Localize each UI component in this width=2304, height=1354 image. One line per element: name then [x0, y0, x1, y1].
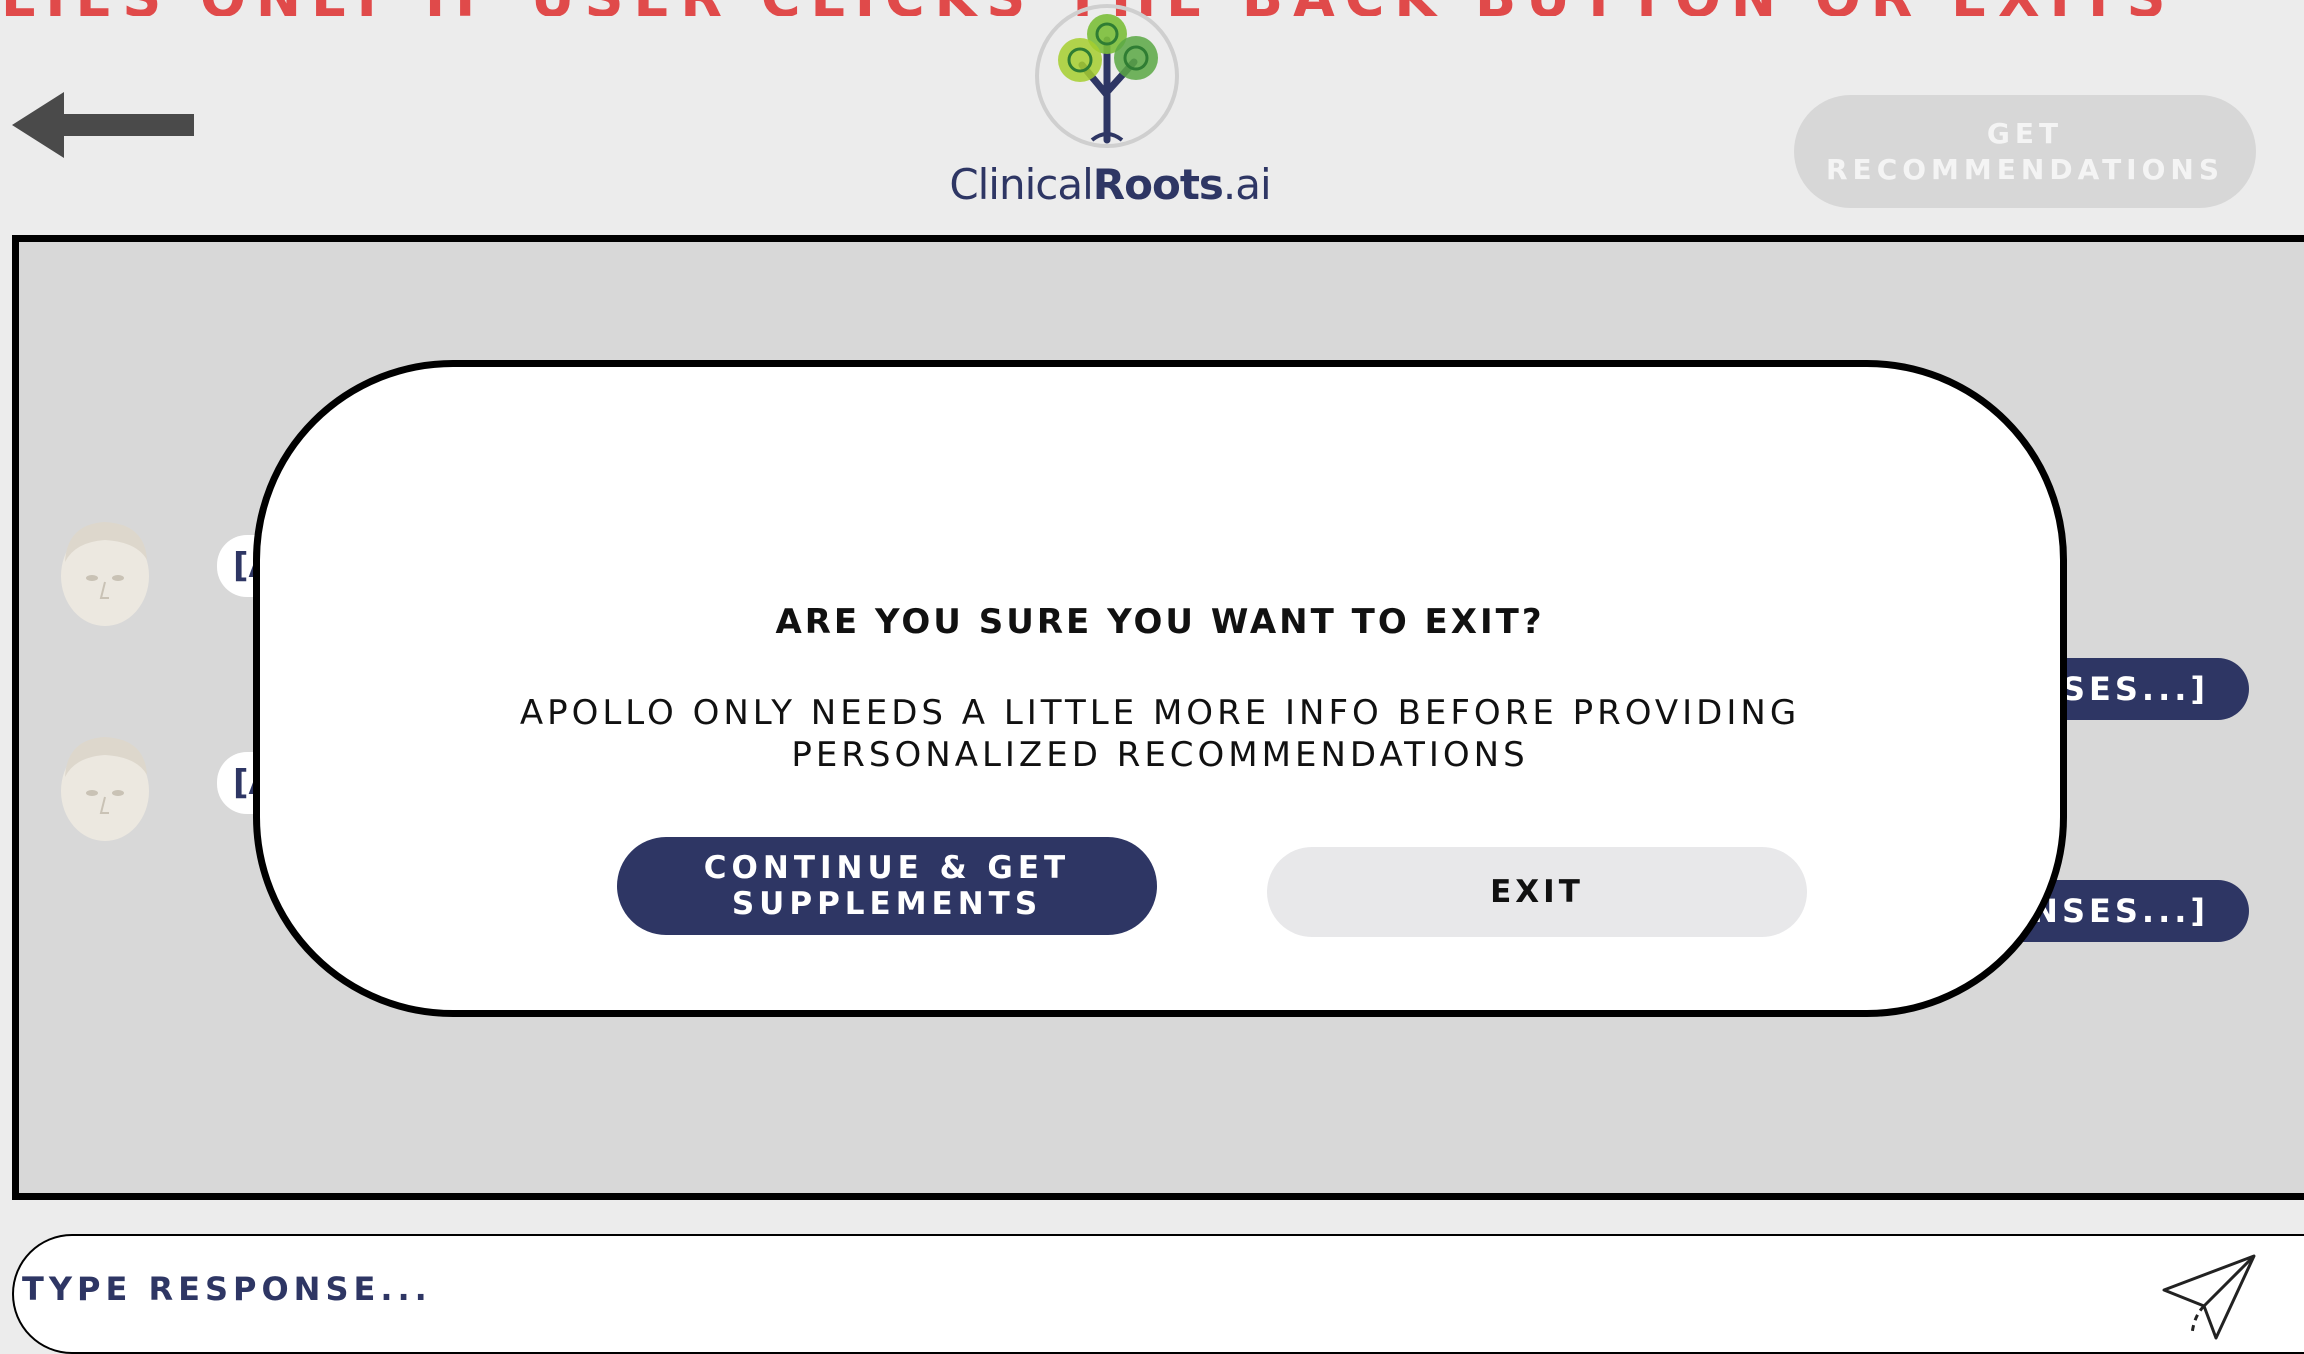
modal-message: APOLLO ONLY NEEDS A LITTLE MORE INFO BEF…	[519, 693, 1801, 775]
response-input[interactable]	[20, 1258, 2024, 1320]
continue-button[interactable]: CONTINUE & GET SUPPLEMENTS	[617, 837, 1157, 935]
modal-title: ARE YOU SURE YOU WANT TO EXIT?	[775, 602, 1545, 642]
logo-wordmark: ClinicalRoots.ai	[949, 160, 1271, 209]
exit-button-label: EXIT	[1490, 874, 1584, 910]
clinicalroots-logo: ClinicalRoots.ai	[945, 0, 1275, 215]
paper-plane-icon	[2162, 1254, 2256, 1340]
arrow-left-icon	[12, 92, 194, 158]
get-recommendations-label: GET RECOMMENDATIONS	[1826, 116, 2224, 186]
exit-button[interactable]: EXIT	[1267, 847, 1807, 937]
get-recommendations-button[interactable]: GET RECOMMENDATIONS	[1794, 95, 2256, 208]
apollo-avatar	[61, 522, 149, 626]
apollo-avatar	[61, 737, 149, 841]
back-button[interactable]	[12, 92, 194, 158]
continue-button-label: CONTINUE & GET SUPPLEMENTS	[703, 850, 1071, 922]
message-input-bar	[12, 1234, 2304, 1354]
exit-confirmation-modal: ARE YOU SURE YOU WANT TO EXIT? APOLLO ON…	[253, 360, 2067, 1017]
send-button[interactable]	[2154, 1250, 2264, 1342]
tree-logo-icon	[1035, 4, 1179, 148]
